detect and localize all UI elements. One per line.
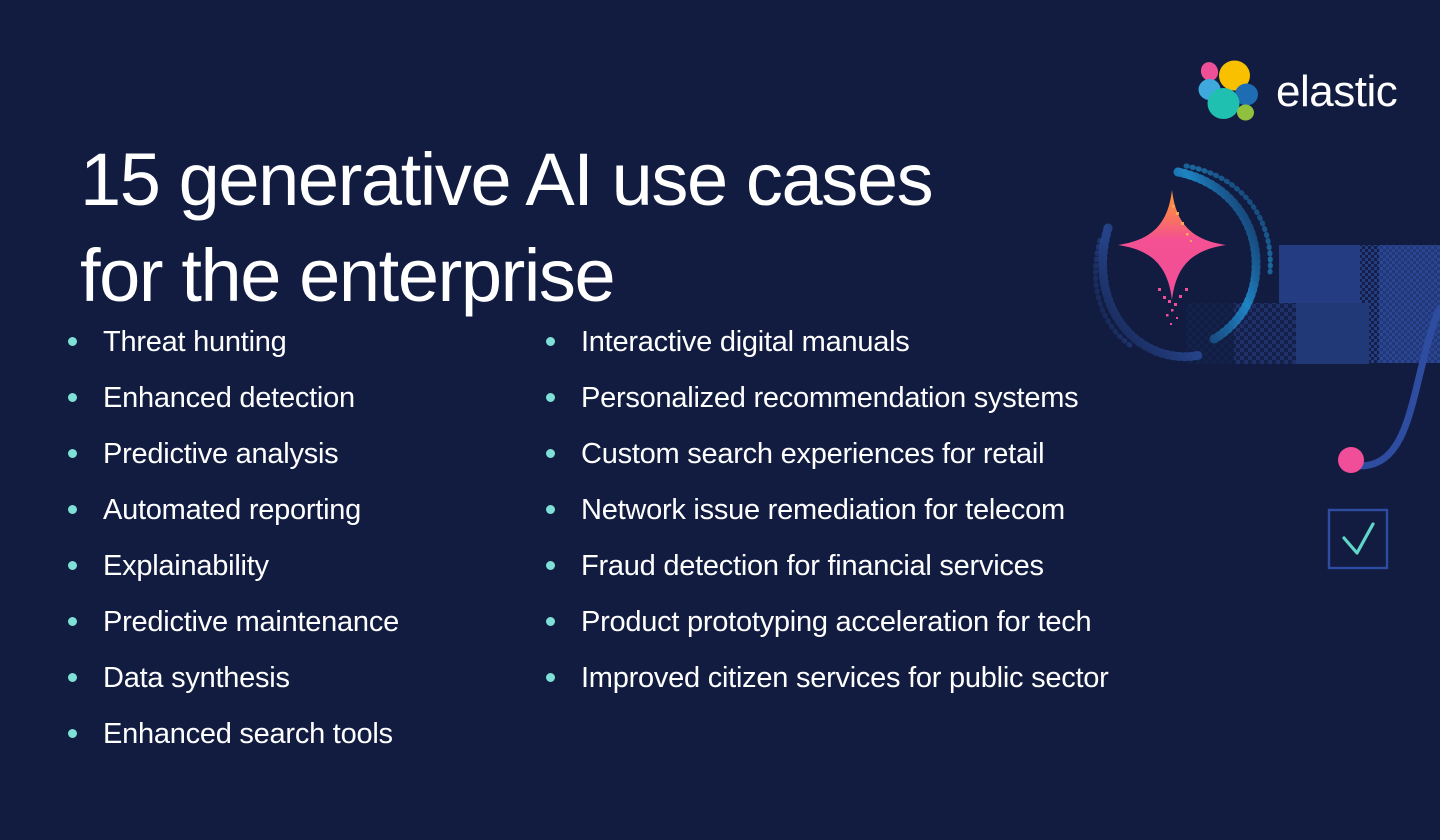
bullet-dot-icon: [68, 337, 77, 346]
list-item: Data synthesis: [68, 664, 546, 720]
list-item: Predictive maintenance: [68, 608, 546, 664]
list-item-label: Predictive analysis: [103, 438, 339, 470]
list-item: Custom search experiences for retail: [546, 440, 1306, 496]
bullet-dot-icon: [68, 393, 77, 402]
list-item: Enhanced detection: [68, 384, 546, 440]
list-item: Enhanced search tools: [68, 720, 546, 776]
elastic-logo-icon: [1198, 60, 1258, 121]
bullet-dot-icon: [68, 729, 77, 738]
list-item: Improved citizen services for public sec…: [546, 664, 1306, 720]
list-item: Product prototyping acceleration for tec…: [546, 608, 1306, 664]
bullet-dot-icon: [546, 449, 555, 458]
list-item-label: Network issue remediation for telecom: [581, 494, 1065, 526]
list-item: Predictive analysis: [68, 440, 546, 496]
list-item-label: Explainability: [103, 550, 269, 582]
list-item: Fraud detection for financial services: [546, 552, 1306, 608]
bullet-dot-icon: [68, 673, 77, 682]
bullet-dot-icon: [546, 337, 555, 346]
use-case-columns: Threat hunting Enhanced detection Predic…: [68, 328, 1306, 776]
bullet-dot-icon: [68, 449, 77, 458]
checkbox-checkmark-icon: [1327, 508, 1389, 570]
list-item-label: Custom search experiences for retail: [581, 438, 1045, 470]
list-item: Interactive digital manuals: [546, 328, 1306, 384]
list-item-label: Data synthesis: [103, 662, 290, 694]
page-title: 15 generative AI use cases for the enter…: [80, 137, 934, 317]
bullet-dot-icon: [546, 393, 555, 402]
bullet-dot-icon: [546, 505, 555, 514]
list-item-label: Automated reporting: [103, 494, 362, 526]
list-item: Automated reporting: [68, 496, 546, 552]
use-case-list-left: Threat hunting Enhanced detection Predic…: [68, 328, 546, 776]
use-case-list-right: Interactive digital manuals Personalized…: [546, 328, 1306, 776]
list-item-label: Predictive maintenance: [103, 606, 399, 638]
list-item-label: Personalized recommendation systems: [581, 382, 1079, 414]
elastic-logo-lockup: elastic: [1194, 58, 1398, 126]
list-item: Personalized recommendation systems: [546, 384, 1306, 440]
list-item-label: Improved citizen services for public sec…: [581, 662, 1109, 694]
list-item-label: Threat hunting: [103, 326, 287, 358]
bullet-dot-icon: [68, 505, 77, 514]
bullet-dot-icon: [546, 561, 555, 570]
bullet-dot-icon: [546, 617, 555, 626]
bullet-dot-icon: [546, 673, 555, 682]
list-item: Explainability: [68, 552, 546, 608]
list-item-label: Product prototyping acceleration for tec…: [581, 606, 1092, 638]
brand-wordmark: elastic: [1276, 67, 1398, 116]
list-item: Network issue remediation for telecom: [546, 496, 1306, 552]
list-item-label: Enhanced detection: [103, 382, 355, 414]
bullet-dot-icon: [68, 617, 77, 626]
list-item-label: Enhanced search tools: [103, 718, 393, 750]
slide-canvas: elastic 15 generative AI use cases for t…: [0, 0, 1440, 840]
list-item: Threat hunting: [68, 328, 546, 384]
pink-dot-icon: [1338, 447, 1364, 473]
list-item-label: Interactive digital manuals: [581, 326, 910, 358]
blue-curve-icon: [1356, 304, 1440, 470]
list-item-label: Fraud detection for financial services: [581, 550, 1044, 582]
four-point-star-icon: [1118, 190, 1226, 325]
bullet-dot-icon: [68, 561, 77, 570]
